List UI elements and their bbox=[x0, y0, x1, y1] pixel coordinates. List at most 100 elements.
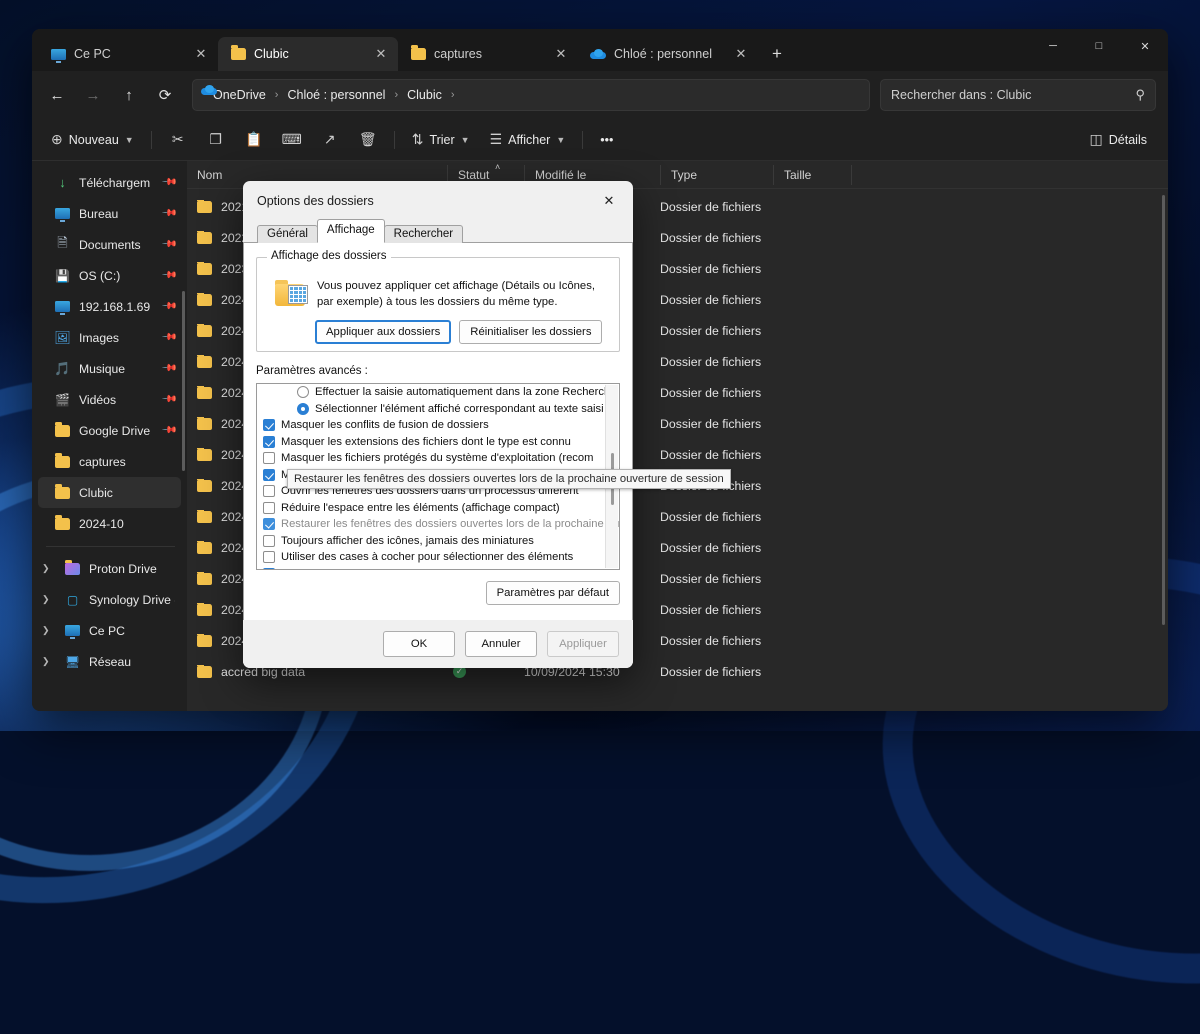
tab-close-icon[interactable]: ✕ bbox=[370, 43, 392, 65]
checkbox-checked-icon[interactable] bbox=[263, 568, 275, 570]
maximize-button[interactable]: □ bbox=[1076, 29, 1122, 63]
pin-icon[interactable]: 📌 bbox=[160, 174, 177, 191]
view-button[interactable]: ☰ Afficher ▼ bbox=[481, 125, 575, 155]
pin-icon[interactable]: 📌 bbox=[160, 298, 177, 315]
sidebar-item-videos[interactable]: 🎬 Vidéos 📌 bbox=[38, 384, 181, 415]
chevron-right-icon[interactable]: ❯ bbox=[42, 656, 56, 667]
list-item[interactable]: Masquer les conflits de fusion de dossie… bbox=[257, 417, 619, 434]
sidebar-item-proton-drive[interactable]: ❯ Proton Drive bbox=[38, 553, 181, 584]
ok-button[interactable]: OK bbox=[383, 631, 455, 657]
radio-unchecked-icon[interactable] bbox=[297, 386, 309, 398]
list-item[interactable]: Masquer les fichiers protégés du système… bbox=[257, 450, 619, 467]
tab-chloe-personnel[interactable]: Chloé : personnel ✕ bbox=[578, 37, 758, 71]
column-header-type[interactable]: Type bbox=[660, 165, 773, 185]
checkbox-checked-icon[interactable] bbox=[263, 518, 275, 530]
list-item[interactable]: Réduire l'espace entre les éléments (aff… bbox=[257, 500, 619, 517]
forward-button[interactable]: → bbox=[76, 79, 110, 111]
breadcrumb-separator[interactable]: › bbox=[450, 89, 456, 101]
file-list-scrollbar[interactable] bbox=[1162, 195, 1165, 625]
checkbox-unchecked-icon[interactable] bbox=[263, 551, 275, 563]
cut-button[interactable]: ✂ bbox=[160, 125, 196, 155]
pin-icon[interactable]: 📌 bbox=[160, 391, 177, 408]
radio-checked-icon[interactable] bbox=[297, 403, 309, 415]
tab-close-icon[interactable]: ✕ bbox=[190, 43, 212, 65]
sidebar-item-telechargements[interactable]: ↓ Téléchargem 📌 bbox=[38, 167, 181, 198]
sidebar-item-synology-drive[interactable]: ❯ ▢ Synology Drive - bbox=[38, 584, 181, 615]
list-item[interactable]: Utiliser l'Assistant Partage (recommandé… bbox=[257, 566, 619, 571]
breadcrumb-item-clubic[interactable]: Clubic bbox=[401, 85, 448, 105]
list-item-hovered[interactable]: Restaurer les fenêtres des dossiers ouve… bbox=[257, 516, 619, 533]
new-button[interactable]: ⊕ Nouveau ▼ bbox=[42, 125, 143, 155]
chevron-right-icon[interactable]: ❯ bbox=[42, 594, 56, 605]
checkbox-checked-icon[interactable] bbox=[263, 419, 275, 431]
sidebar-item-192-168-1-69[interactable]: 192.168.1.69 📌 bbox=[38, 291, 181, 322]
checkbox-unchecked-icon[interactable] bbox=[263, 535, 275, 547]
pin-icon[interactable]: 📌 bbox=[160, 205, 177, 222]
tab-ce-pc[interactable]: Ce PC ✕ bbox=[38, 37, 218, 71]
tab-clubic[interactable]: Clubic ✕ bbox=[218, 37, 398, 71]
checkbox-checked-icon[interactable] bbox=[263, 436, 275, 448]
breadcrumb-item-onedrive[interactable]: OneDrive bbox=[207, 85, 272, 105]
share-button[interactable]: ↗ bbox=[312, 125, 348, 155]
close-icon[interactable]: ✕ bbox=[589, 185, 629, 217]
list-item[interactable]: Effectuer la saisie automatiquement dans… bbox=[257, 384, 619, 401]
chevron-right-icon[interactable]: ❯ bbox=[42, 563, 56, 574]
copy-button[interactable]: ❐ bbox=[198, 125, 234, 155]
search-icon[interactable]: ⚲ bbox=[1135, 87, 1145, 103]
chevron-down-icon: ▼ bbox=[556, 135, 565, 145]
tab-rechercher[interactable]: Rechercher bbox=[384, 225, 463, 243]
chevron-right-icon[interactable]: ❯ bbox=[42, 625, 56, 636]
sidebar-item-musique[interactable]: 🎵 Musique 📌 bbox=[38, 353, 181, 384]
sidebar-item-google-drive[interactable]: Google Drive 📌 bbox=[38, 415, 181, 446]
more-options-button[interactable]: ••• bbox=[591, 125, 622, 155]
list-item[interactable]: Utiliser des cases à cocher pour sélecti… bbox=[257, 549, 619, 566]
details-pane-button[interactable]: ◫ Détails bbox=[1081, 125, 1156, 155]
breadcrumb-item-chloe[interactable]: Chloé : personnel bbox=[281, 85, 391, 105]
sidebar-item-bureau[interactable]: Bureau 📌 bbox=[38, 198, 181, 229]
checkbox-unchecked-icon[interactable] bbox=[263, 452, 275, 464]
sidebar-item-images[interactable]: 🖼 Images 📌 bbox=[38, 322, 181, 353]
pin-icon[interactable]: 📌 bbox=[160, 422, 177, 439]
cancel-button[interactable]: Annuler bbox=[465, 631, 537, 657]
list-item[interactable]: Toujours afficher des icônes, jamais des… bbox=[257, 533, 619, 550]
rename-button[interactable]: ⌨ bbox=[274, 125, 310, 155]
back-button[interactable]: ← bbox=[40, 79, 74, 111]
search-input[interactable]: Rechercher dans : Clubic ⚲ bbox=[880, 79, 1156, 111]
checkbox-unchecked-icon[interactable] bbox=[263, 502, 275, 514]
pin-icon[interactable]: 📌 bbox=[160, 360, 177, 377]
up-button[interactable]: ↑ bbox=[112, 79, 146, 111]
tab-affichage[interactable]: Affichage bbox=[317, 219, 385, 243]
paste-button[interactable]: 📋 bbox=[236, 125, 272, 155]
new-tab-button[interactable]: + bbox=[762, 39, 792, 69]
pin-icon[interactable]: 📌 bbox=[160, 236, 177, 253]
tab-general[interactable]: Général bbox=[257, 225, 318, 243]
sidebar-item-clubic[interactable]: Clubic bbox=[38, 477, 181, 508]
pin-icon[interactable]: 📌 bbox=[160, 329, 177, 346]
sidebar-item-ce-pc[interactable]: ❯ Ce PC bbox=[38, 615, 181, 646]
checkbox-checked-icon[interactable] bbox=[263, 469, 275, 481]
pin-icon[interactable]: 📌 bbox=[160, 267, 177, 284]
tab-captures[interactable]: captures ✕ bbox=[398, 37, 578, 71]
delete-button[interactable]: 🗑 bbox=[350, 125, 386, 155]
tab-close-icon[interactable]: ✕ bbox=[730, 43, 752, 65]
column-header-extra[interactable] bbox=[851, 165, 911, 185]
checkbox-unchecked-icon[interactable] bbox=[263, 485, 275, 497]
sidebar-item-os-c[interactable]: 💾 OS (C:) 📌 bbox=[38, 260, 181, 291]
restore-defaults-button[interactable]: Paramètres par défaut bbox=[486, 581, 620, 605]
sidebar-item-reseau[interactable]: ❯ 🖥 Réseau bbox=[38, 646, 181, 677]
column-header-taille[interactable]: Taille bbox=[773, 165, 851, 185]
minimize-button[interactable]: ─ bbox=[1030, 29, 1076, 63]
sidebar-item-captures[interactable]: captures bbox=[38, 446, 181, 477]
breadcrumb[interactable]: OneDrive › Chloé : personnel › Clubic › bbox=[192, 79, 870, 111]
list-item[interactable]: Sélectionner l'élément affiché correspon… bbox=[257, 401, 619, 418]
tab-close-icon[interactable]: ✕ bbox=[550, 43, 572, 65]
sidebar-scrollbar[interactable] bbox=[182, 291, 185, 471]
sidebar-item-documents[interactable]: 🗎 Documents 📌 bbox=[38, 229, 181, 260]
apply-to-folders-button[interactable]: Appliquer aux dossiers bbox=[315, 320, 451, 344]
reset-folders-button[interactable]: Réinitialiser les dossiers bbox=[459, 320, 602, 344]
close-window-button[interactable]: ✕ bbox=[1122, 29, 1168, 63]
sidebar-item-2024-10[interactable]: 2024-10 bbox=[38, 508, 181, 539]
list-item[interactable]: Masquer les extensions des fichiers dont… bbox=[257, 434, 619, 451]
refresh-button[interactable]: ⟳ bbox=[148, 79, 182, 111]
sort-button[interactable]: ⇅ Trier ▼ bbox=[403, 125, 479, 155]
